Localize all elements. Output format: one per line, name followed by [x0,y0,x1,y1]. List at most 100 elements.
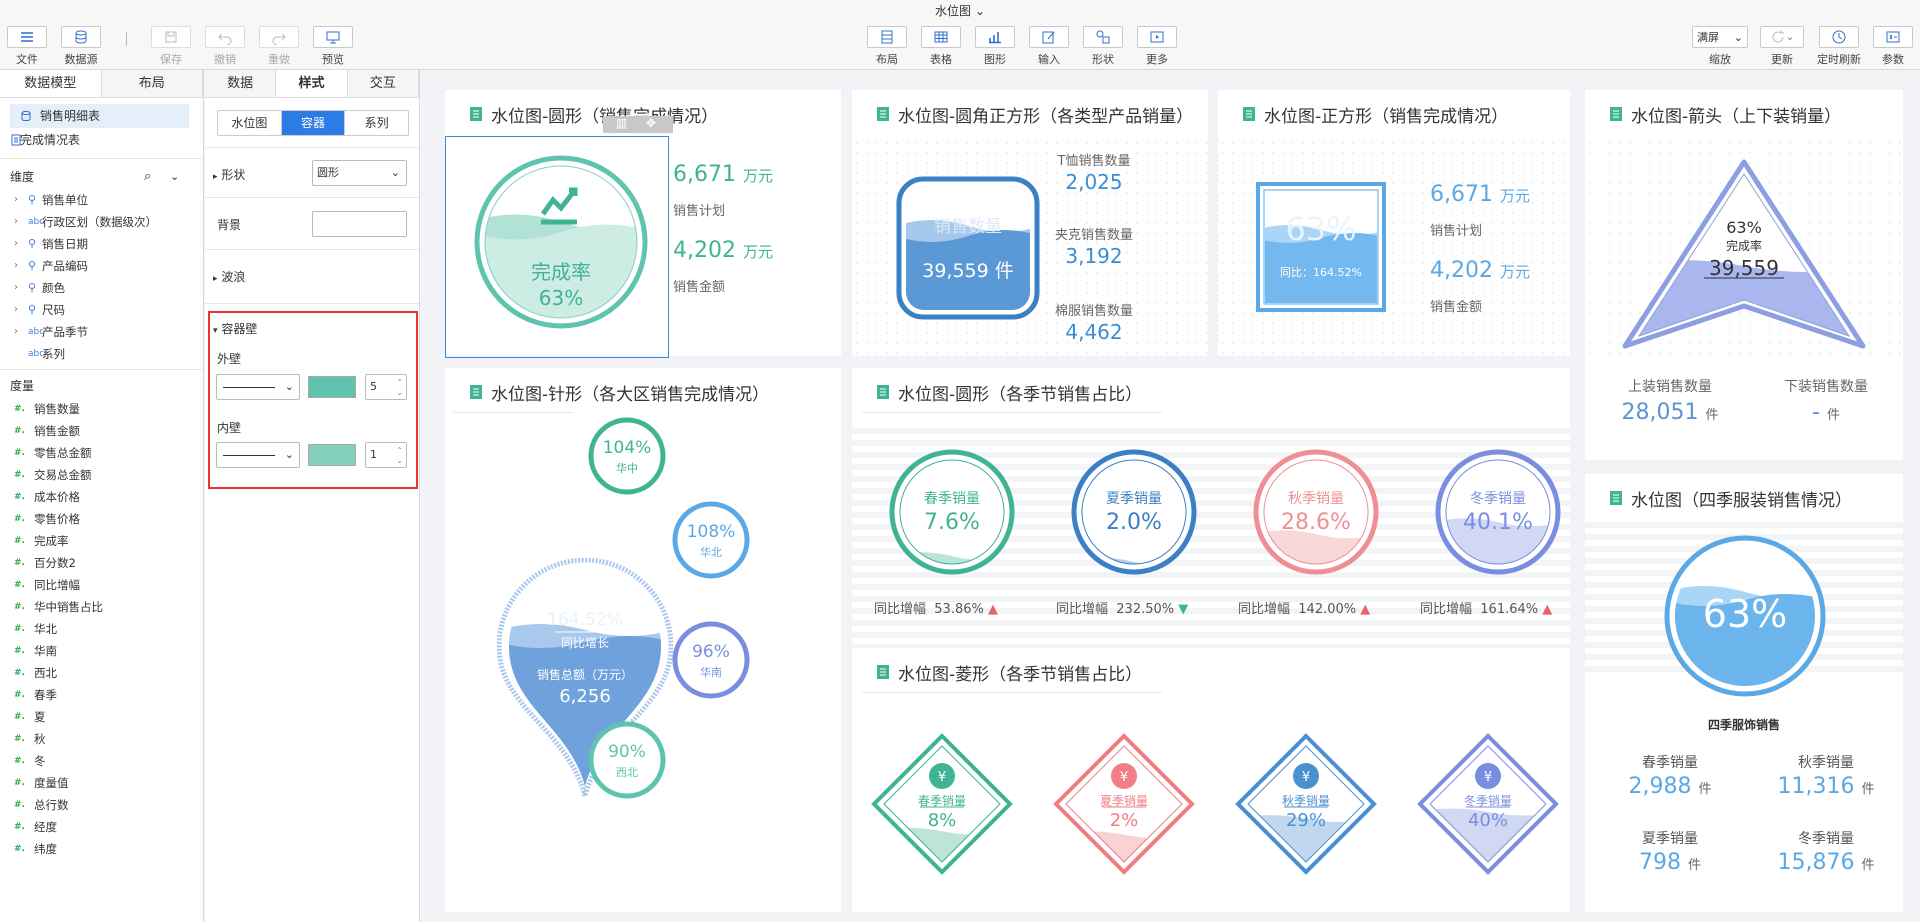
caret-right-icon[interactable]: ▸ [213,172,218,182]
table-button[interactable]: 表格 [914,26,968,67]
measure-field[interactable]: #. 百分数2 [0,552,203,574]
tab-data[interactable]: 数据 [205,70,277,97]
doc-icon [1610,107,1622,121]
measure-field[interactable]: #. 零售价格 [0,508,203,530]
dimension-field[interactable]: abc 系列 [0,343,203,365]
card-arrow-tops-bottoms[interactable]: 水位图-箭头（上下装销量） 63% 完成率 39,559 上装销售数量 28,0… [1585,90,1903,460]
measure-field[interactable]: #. 华南 [0,640,203,662]
background-color-input[interactable] [312,211,407,237]
caret-right-icon[interactable]: › [14,299,18,321]
season-stat: 春季销量 2,988 件 [1628,755,1712,799]
doc-icon [877,107,889,121]
caret-right-icon[interactable]: ▸ [213,274,218,284]
dimension-field[interactable]: › ⚲ 销售日期 [0,233,203,255]
measure-field[interactable]: #. 总行数 [0,794,203,816]
caret-right-icon[interactable]: › [14,321,18,343]
layout-button[interactable]: 布局 [860,26,914,67]
datasource-button[interactable]: 数据源 [54,26,108,67]
card-pin-regions[interactable]: 水位图-针形（各大区销售完成情况） 164.52% 同比增长 销售总额（万元） … [445,368,841,912]
wallet-icon [1111,762,1137,788]
params-button[interactable]: 参数 [1866,26,1920,67]
frame-handle-bar[interactable]: ▥ ✥ [603,116,673,133]
doc-icon [877,385,889,399]
measure-field[interactable]: #. 纬度 [0,838,203,860]
shape-button[interactable]: 形状 [1076,26,1130,67]
tab-data-model[interactable]: 数据模型 [0,70,102,97]
doc-icon [470,385,482,399]
number-type-icon: #. [14,734,25,744]
number-type-icon: #. [14,536,25,546]
file-button[interactable]: 文件 [0,26,54,67]
background-row: 背景 [205,198,419,250]
measure-field[interactable]: #. 成本价格 [0,486,203,508]
caret-right-icon[interactable]: › [14,233,18,255]
input-button[interactable]: 输入 [1022,26,1076,67]
measure-field[interactable]: #. 完成率 [0,530,203,552]
measure-field[interactable]: #. 同比增幅 [0,574,203,596]
shape-row: ▸ 形状 圆形 ⌄ [205,148,419,198]
dimension-field[interactable]: › ⚲ 产品编码 [0,255,203,277]
dimension-field[interactable]: › abc 产品季节 [0,321,203,343]
chevron-down-icon: ⌄ [974,4,985,18]
measure-field[interactable]: #. 交易总金额 [0,464,203,486]
card-circle-completion[interactable]: 水位图-圆形（销售完成情况） ▥✥ 完成率 63% 6,671 万元 销售计划 … [445,90,841,358]
measure-field[interactable]: #. 销售金额 [0,420,203,442]
measure-field[interactable]: #. 西北 [0,662,203,684]
card-title: 水位图-圆形（各季节销售占比） [877,380,1142,405]
location-icon: ⚲ [28,193,37,206]
seg-waterlevel[interactable]: 水位图 [218,111,282,135]
season-diamond: ¥ 春季销量 8% [870,732,1014,876]
seg-series[interactable]: 系列 [344,111,408,135]
dataset-item[interactable]: 销售明细表 [10,104,189,128]
chevron-down-icon[interactable]: ⌄ [170,165,179,189]
measure-field[interactable]: #. 度量值 [0,772,203,794]
dimension-field[interactable]: › ⚲ 销售单位 [0,189,203,211]
measure-field[interactable]: #. 冬 [0,750,203,772]
caret-right-icon[interactable]: › [14,189,18,211]
measure-field[interactable]: #. 华北 [0,618,203,640]
timer-refresh-button[interactable]: 定时刷新 [1810,26,1868,67]
measure-field[interactable]: #. 销售数量 [0,398,203,420]
caret-right-icon[interactable]: › [14,277,18,299]
more-button[interactable]: 更多 [1130,26,1184,67]
preview-button[interactable]: 预览 [306,26,360,67]
measure-field[interactable]: #. 秋 [0,728,203,750]
redo-button[interactable]: 重做 [252,26,306,67]
card-four-seasons[interactable]: 水位图（四季服装销售情况） 63% 四季服饰销售 春季销量 2,988 件秋季销量… [1585,474,1903,912]
tab-interaction[interactable]: 交互 [347,70,419,97]
undo-button[interactable]: 撤销 [198,26,252,67]
card-rounded-square-products[interactable]: 水位图-圆角正方形（各类型产品销量） 销售数量 39,559 件 T恤销售数量 … [852,90,1208,356]
save-button[interactable]: 保存 [144,26,198,67]
card-title: 水位图-圆形（销售完成情况） [470,102,718,127]
number-type-icon: #. [14,756,25,766]
doc-icon [1243,107,1255,121]
update-button[interactable]: ⌄ 更新 [1754,26,1810,67]
card-diamond-seasons[interactable]: 水位图-菱形（各季节销售占比） ¥ 春季销量 8% ¥ 夏季销量 2% ¥ 秋季销量 29% ¥ 冬… [852,648,1570,912]
dimension-field[interactable]: › abc 行政区划（数据级次） [0,211,203,233]
window-title[interactable]: 水位图 ⌄ [0,2,1920,19]
measure-field[interactable]: #. 春季 [0,684,203,706]
dataset-item[interactable]: 完成情况表 [0,128,203,152]
card-square-completion[interactable]: 水位图-正方形（销售完成情况） 63% 同比：164.52% 6,671 万元 … [1218,90,1570,356]
drag-icon[interactable]: ✥ [646,116,656,130]
caret-right-icon[interactable]: › [14,211,18,233]
tab-style[interactable]: 样式 [276,70,348,97]
caret-right-icon[interactable]: › [14,255,18,277]
clock-icon [1832,30,1846,44]
zoom-control[interactable]: 满屏 ⌄ 缩放 [1690,26,1750,67]
trash-icon[interactable]: ▥ [616,116,627,130]
region-bubble: 108% 华北 [671,500,751,580]
tab-layout[interactable]: 布局 [101,70,203,97]
search-icon[interactable]: ⌕ [144,165,151,189]
measure-field[interactable]: #. 华中销售占比 [0,596,203,618]
shape-select[interactable]: 圆形 ⌄ [312,160,407,186]
chart-button[interactable]: 图形 [968,26,1022,67]
measure-field[interactable]: #. 零售总金额 [0,442,203,464]
dimension-field[interactable]: › ⚲ 颜色 [0,277,203,299]
dimension-field[interactable]: › ⚲ 尺码 [0,299,203,321]
measure-field[interactable]: #. 夏 [0,706,203,728]
season-diamond: ¥ 夏季销量 2% [1052,732,1196,876]
monitor-icon [326,31,340,44]
seg-container[interactable]: 容器 [281,111,345,135]
measure-field[interactable]: #. 经度 [0,816,203,838]
